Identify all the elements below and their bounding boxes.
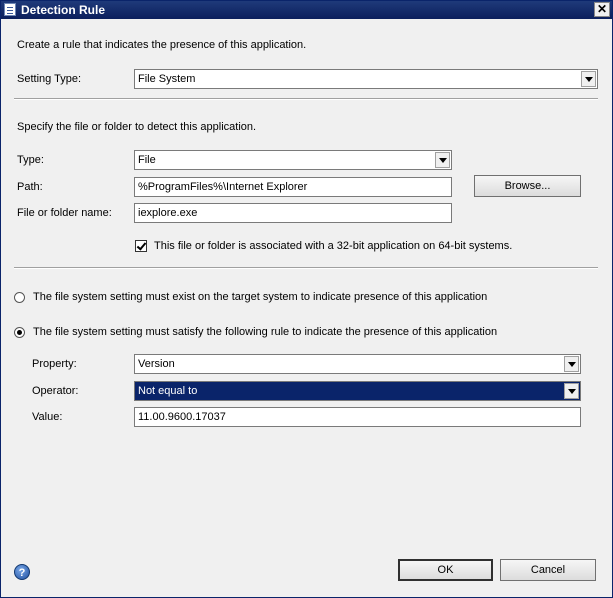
detection-rule-dialog: Detection Rule ✕ Create a rule that indi…	[0, 0, 613, 598]
setting-type-dropdown[interactable]: File System	[134, 69, 598, 89]
file-name-label: File or folder name:	[17, 207, 112, 219]
ok-button[interactable]: OK	[398, 559, 493, 581]
close-icon[interactable]: ✕	[594, 2, 610, 17]
radio-must-exist[interactable]	[14, 292, 25, 303]
type-dropdown[interactable]: File	[134, 150, 452, 170]
cancel-button[interactable]: Cancel	[500, 559, 596, 581]
browse-button[interactable]: Browse...	[474, 175, 581, 197]
property-value: Version	[138, 358, 175, 370]
type-value: File	[138, 154, 156, 166]
value-field[interactable]: 11.00.9600.17037	[134, 407, 581, 427]
setting-type-value: File System	[138, 73, 196, 85]
title-bar[interactable]: Detection Rule ✕	[1, 1, 612, 19]
intro-text: Create a rule that indicates the presenc…	[17, 39, 307, 51]
window-title: Detection Rule	[21, 3, 106, 17]
checkbox-32bit-label: This file or folder is associated with a…	[154, 240, 513, 252]
file-name-value: iexplore.exe	[138, 207, 198, 219]
value-label: Value:	[32, 411, 63, 423]
chevron-down-icon[interactable]	[581, 71, 596, 87]
type-label: Type:	[17, 154, 44, 166]
operator-dropdown[interactable]: Not equal to	[134, 381, 581, 401]
divider	[14, 98, 598, 100]
chevron-down-icon[interactable]	[564, 356, 579, 372]
file-name-field[interactable]: iexplore.exe	[134, 203, 452, 223]
property-label: Property:	[32, 358, 77, 370]
radio-must-exist-label: The file system setting must exist on th…	[33, 291, 488, 303]
radio-satisfy-rule[interactable]	[14, 327, 25, 338]
operator-label: Operator:	[32, 385, 79, 397]
help-icon[interactable]: ?	[14, 564, 30, 580]
operator-value: Not equal to	[138, 385, 198, 397]
chevron-down-icon[interactable]	[564, 383, 579, 399]
path-label: Path:	[17, 181, 43, 193]
radio-satisfy-rule-label: The file system setting must satisfy the…	[33, 326, 498, 338]
setting-type-label: Setting Type:	[17, 73, 82, 85]
path-value: %ProgramFiles%\Internet Explorer	[138, 181, 308, 193]
divider	[14, 267, 598, 269]
specify-text: Specify the file or folder to detect thi…	[17, 121, 257, 133]
value-text: 11.00.9600.17037	[138, 411, 226, 423]
chevron-down-icon[interactable]	[435, 152, 450, 168]
property-dropdown[interactable]: Version	[134, 354, 581, 374]
dialog-icon	[4, 3, 16, 16]
checkbox-32bit[interactable]	[135, 240, 147, 252]
path-field[interactable]: %ProgramFiles%\Internet Explorer	[134, 177, 452, 197]
